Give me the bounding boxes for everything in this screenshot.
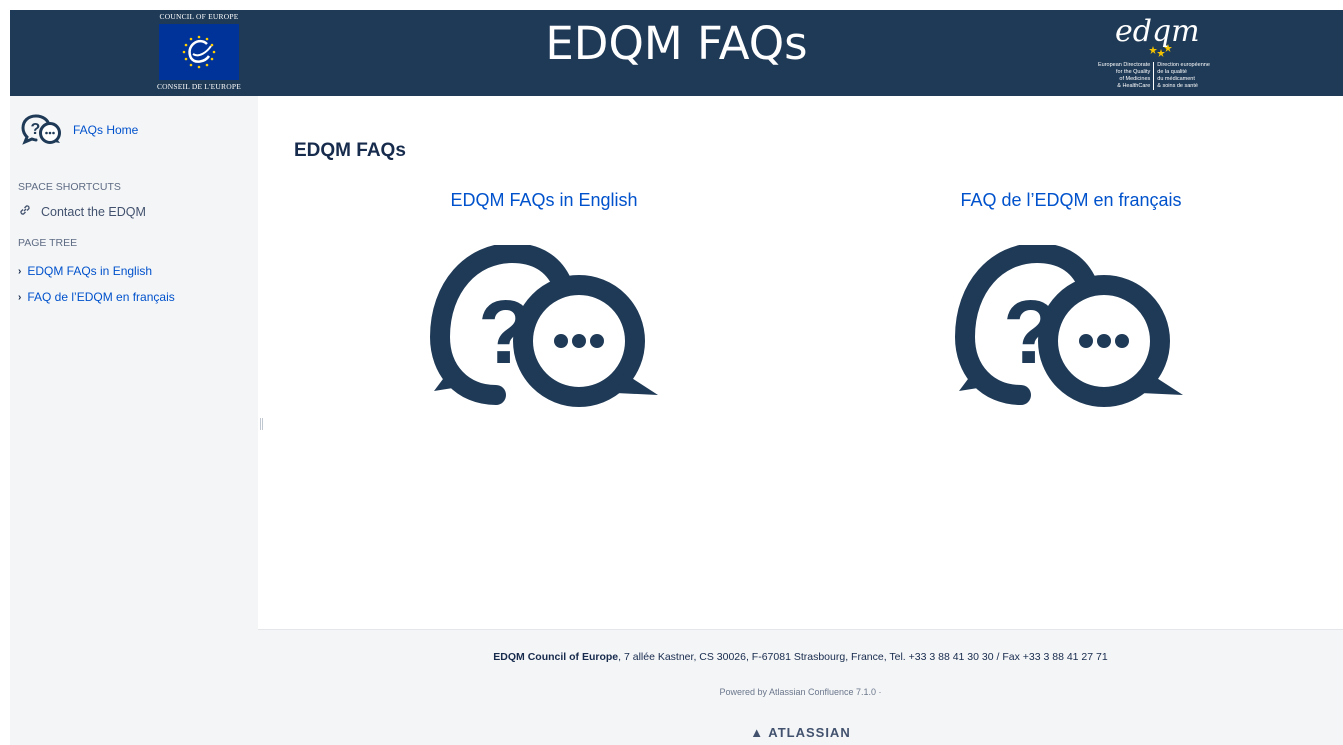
link-icon	[18, 203, 34, 220]
faqs-home-link[interactable]: FAQs Home	[73, 123, 138, 137]
edqm-en-line-3: of Medicines	[1119, 76, 1151, 82]
coe-logo-top-text: COUNCIL OF EUROPE	[159, 12, 239, 21]
edqm-logo[interactable]: edqm European Directorate for the Qualit…	[1078, 14, 1278, 94]
edqm-en-line-1: European Directorate	[1098, 62, 1151, 68]
page-footer: EDQM Council of Europe, 7 allée Kastner,…	[258, 629, 1343, 745]
edqm-fr-line-2: de la qualité	[1157, 69, 1187, 75]
edqm-stars-icon	[1149, 44, 1172, 57]
page-title: EDQM FAQs	[294, 140, 406, 161]
tree-item-label: EDQM FAQs in English	[27, 264, 153, 278]
space-shortcuts-heading: SPACE SHORTCUTS	[18, 181, 121, 193]
faq-bubbles-icon[interactable]: ?	[429, 242, 662, 412]
edqm-fr-line-3: du médicament	[1157, 76, 1195, 82]
footer-address-text: , 7 allée Kastner, CS 30026, F-67081 Str…	[618, 651, 1108, 663]
svg-text:?: ?	[31, 121, 41, 138]
faq-bubbles-icon[interactable]: ?	[954, 242, 1187, 412]
sidebar: ? FAQs Home SPACE SHORTCUTS Contact the …	[10, 96, 258, 745]
atlassian-logo[interactable]: ▲ ATLASSIAN	[258, 725, 1343, 740]
edqm-en-line-4: & HealthCare	[1117, 83, 1151, 89]
coe-flag-icon	[159, 24, 239, 80]
sidebar-resize-handle[interactable]	[260, 418, 263, 430]
edqm-en-line-2: for the Quality	[1116, 69, 1151, 75]
page-tree-heading: PAGE TREE	[18, 237, 78, 249]
faq-home-icon[interactable]: ?	[21, 113, 63, 145]
powered-by-link[interactable]: Powered by Atlassian Confluence 7.1.0 ·	[258, 687, 1343, 697]
shortcut-contact-edqm[interactable]: Contact the EDQM	[18, 203, 146, 220]
footer-address: EDQM Council of Europe, 7 allée Kastner,…	[258, 651, 1343, 663]
footer-org: EDQM Council of Europe	[493, 651, 619, 663]
council-of-europe-logo[interactable]: COUNCIL OF EUROPE CONSEIL DE L'EUROPE	[145, 10, 253, 96]
tree-item-faq-francais[interactable]: › FAQ de l’EDQM en français	[18, 290, 175, 304]
link-faq-francais[interactable]: FAQ de l’EDQM en français	[921, 190, 1221, 211]
chevron-right-icon[interactable]: ›	[18, 266, 21, 277]
coe-logo-bottom-text: CONSEIL DE L'EUROPE	[156, 82, 242, 91]
link-faqs-english[interactable]: EDQM FAQs in English	[394, 190, 694, 211]
edqm-fr-line-4: & soins de santé	[1157, 83, 1198, 89]
atlassian-wordmark: ATLASSIAN	[768, 725, 851, 740]
chevron-right-icon[interactable]: ›	[18, 292, 21, 303]
tree-item-faqs-english[interactable]: › EDQM FAQs in English	[18, 264, 152, 278]
site-header: EDQM FAQs COUNCIL OF EUROPE CONSEIL DE L…	[10, 10, 1343, 96]
shortcut-label: Contact the EDQM	[41, 204, 146, 219]
atlassian-triangle-icon: ▲	[750, 725, 765, 740]
edqm-fr-line-1: Direction européenne	[1157, 62, 1210, 68]
tree-item-label: FAQ de l’EDQM en français	[27, 290, 175, 304]
